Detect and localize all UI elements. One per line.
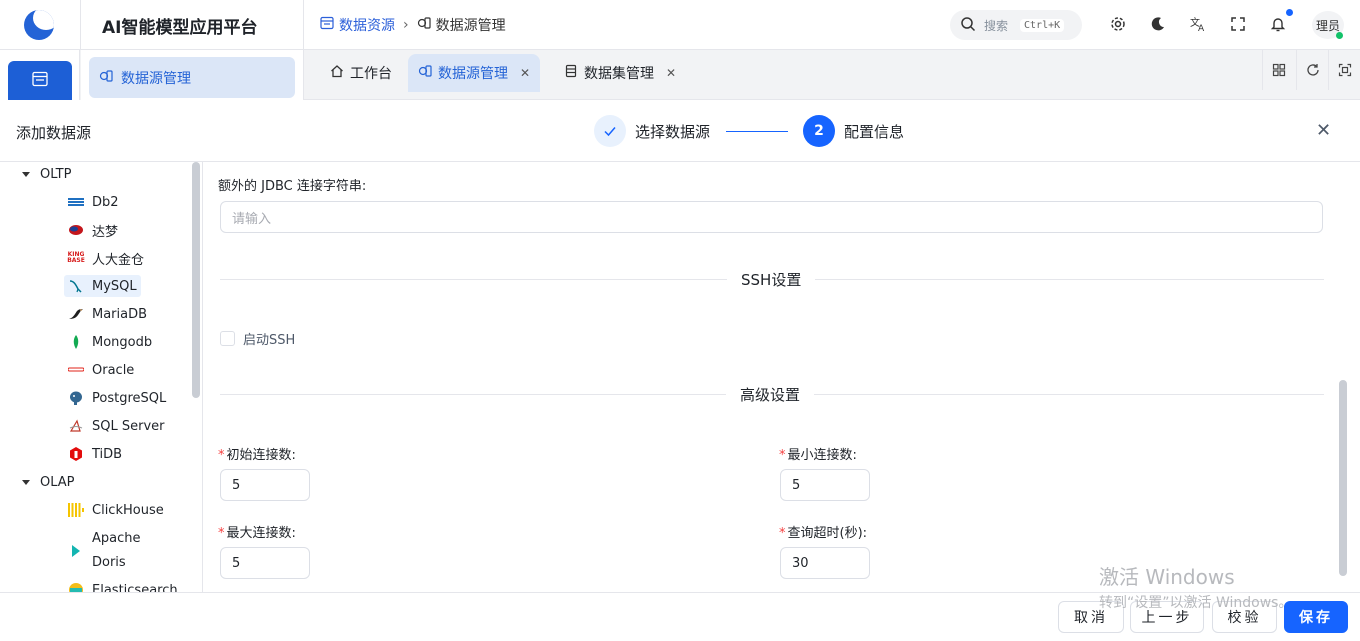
min-conn-label: * 最小连接数: <box>779 448 857 463</box>
max-conn-label: * 最大连接数: <box>218 526 296 541</box>
search-box[interactable]: 搜索 Ctrl+K <box>950 10 1082 40</box>
tree-scrollbar[interactable] <box>192 162 200 398</box>
tree-item-oracle[interactable]: Oracle <box>64 359 138 381</box>
app-logo <box>24 10 54 40</box>
drawer-header: 添加数据源 选择数据源 2 配置信息 ✕ <box>0 100 1360 162</box>
steps: 选择数据源 2 配置信息 <box>594 115 904 147</box>
sqlserver-icon <box>68 419 84 433</box>
elasticsearch-icon <box>68 583 84 592</box>
initial-conn-input[interactable]: 5 <box>220 469 310 501</box>
caret-down-icon <box>22 172 30 177</box>
database-icon <box>31 70 49 92</box>
mysql-icon <box>68 279 84 293</box>
tab-datasource-management[interactable]: 数据源管理 ✕ <box>408 54 541 92</box>
enable-ssh-checkbox[interactable]: 启动SSH <box>220 329 295 348</box>
settings-gear-icon[interactable] <box>1108 14 1128 34</box>
tree-item-doris[interactable]: Apache Doris <box>64 527 145 575</box>
tree-item-db2[interactable]: Db2 <box>64 191 123 213</box>
step-1-label: 选择数据源 <box>635 122 711 141</box>
translate-icon[interactable]: 文A <box>1188 14 1208 34</box>
tree-item-kingbase[interactable]: KING BASE 人大金仓 <box>64 247 148 269</box>
sidebar-narrow <box>0 50 80 100</box>
sidebar-menu: 数据源管理 <box>81 50 303 100</box>
advanced-section-title: 高级设置 <box>726 384 815 405</box>
datasource-type-tree: OLTP Db2 达梦 KING BASE 人大金仓 MySQL MariaDB … <box>0 162 203 592</box>
tree-group-oltp[interactable]: OLTP <box>22 167 71 182</box>
search-icon <box>960 16 976 35</box>
save-button[interactable]: 保存 <box>1284 601 1348 633</box>
screenshot-icon[interactable] <box>1328 50 1360 90</box>
jdbc-input[interactable]: 请输入 <box>220 201 1323 233</box>
postgresql-icon <box>68 391 84 405</box>
tree-item-postgresql[interactable]: PostgreSQL <box>64 387 170 409</box>
fullscreen-icon[interactable] <box>1228 14 1248 34</box>
ssh-section-title: SSH设置 <box>727 269 816 290</box>
tree-item-elasticsearch[interactable]: Elasticsearch <box>64 579 182 592</box>
notification-dot <box>1286 9 1293 16</box>
initial-conn-label: * 初始连接数: <box>218 448 296 463</box>
max-conn-input[interactable]: 5 <box>220 547 310 579</box>
breadcrumb-separator-icon: › <box>403 17 409 33</box>
kingbase-icon: KING BASE <box>67 251 85 264</box>
database-icon <box>320 16 334 34</box>
tree-item-mysql[interactable]: MySQL <box>64 275 141 297</box>
tab-close-icon[interactable]: ✕ <box>666 66 676 80</box>
tree-item-mongodb[interactable]: Mongodb <box>64 331 156 353</box>
search-placeholder: 搜索 <box>984 18 1009 33</box>
tab-close-icon[interactable]: ✕ <box>520 66 530 80</box>
breadcrumb-parent[interactable]: 数据资源 <box>320 15 395 35</box>
tree-item-mariadb[interactable]: MariaDB <box>64 303 151 325</box>
search-shortcut: Ctrl+K <box>1020 18 1065 32</box>
windows-activation-watermark: 激活 Windows 转到“设置”以激活 Windows。 <box>1099 565 1293 611</box>
tab-workbench[interactable]: 工作台 <box>320 54 402 92</box>
top-header: AI智能模型应用平台 数据资源 › 数据源管理 搜索 Ctrl+K 文A 理员 <box>0 0 1360 50</box>
tidb-icon <box>68 447 84 461</box>
home-icon <box>330 64 344 82</box>
grid-view-icon[interactable] <box>1262 50 1294 90</box>
breadcrumb-current: 数据源管理 <box>417 15 506 35</box>
caret-down-icon <box>22 480 30 485</box>
query-timeout-input[interactable]: 30 <box>780 547 870 579</box>
config-form: 额外的 JDBC 连接字符串: 请输入 SSH设置 启动SSH 高级设置 * 初始… <box>203 162 1360 592</box>
step-1-check-icon <box>594 115 626 147</box>
tab-dataset-management[interactable]: 数据集管理 ✕ <box>554 54 686 92</box>
dark-mode-moon-icon[interactable] <box>1148 14 1168 34</box>
app-title: AI智能模型应用平台 <box>102 18 258 38</box>
jdbc-label: 额外的 JDBC 连接字符串: <box>218 179 367 194</box>
datasource-icon <box>417 16 431 34</box>
mariadb-icon <box>68 307 84 321</box>
add-datasource-drawer: 添加数据源 选择数据源 2 配置信息 ✕ OLTP Db2 达梦 KING BAS… <box>0 100 1360 641</box>
step-connector <box>726 130 789 132</box>
tree-group-olap[interactable]: OLAP <box>22 475 75 490</box>
tree-item-clickhouse[interactable]: ClickHouse <box>64 499 168 521</box>
tree-item-tidb[interactable]: TiDB <box>64 443 126 465</box>
online-status-dot <box>1336 32 1343 39</box>
oracle-icon <box>68 363 84 377</box>
sidebar-item-data-resources[interactable] <box>8 61 72 100</box>
checkbox-box[interactable] <box>220 331 235 346</box>
refresh-icon[interactable] <box>1296 50 1328 90</box>
clickhouse-icon <box>68 503 84 517</box>
breadcrumb: 数据资源 › 数据源管理 <box>320 15 506 35</box>
mongodb-icon <box>68 335 84 349</box>
datasource-icon <box>99 69 113 87</box>
tree-item-dameng[interactable]: 达梦 <box>64 219 122 241</box>
doris-icon <box>68 544 84 558</box>
tree-item-sqlserver[interactable]: SQL Server <box>64 415 169 437</box>
notification-bell-icon[interactable] <box>1268 14 1288 34</box>
step-2-label: 配置信息 <box>844 122 905 141</box>
dameng-icon <box>68 223 84 237</box>
form-scrollbar[interactable] <box>1339 380 1347 576</box>
drawer-close-icon[interactable]: ✕ <box>1316 120 1331 141</box>
tabs-bar: 工作台 数据源管理 ✕ 数据集管理 ✕ <box>304 50 1360 100</box>
db2-icon <box>68 195 84 209</box>
svg-text:A: A <box>1198 24 1205 32</box>
query-timeout-label: * 查询超时(秒): <box>779 526 868 541</box>
min-conn-input[interactable]: 5 <box>780 469 870 501</box>
datasource-icon <box>418 64 432 82</box>
dataset-icon <box>564 64 578 82</box>
step-2-number: 2 <box>803 115 836 147</box>
drawer-title: 添加数据源 <box>16 124 92 142</box>
sidebar-item-datasource-management[interactable]: 数据源管理 <box>89 57 295 98</box>
